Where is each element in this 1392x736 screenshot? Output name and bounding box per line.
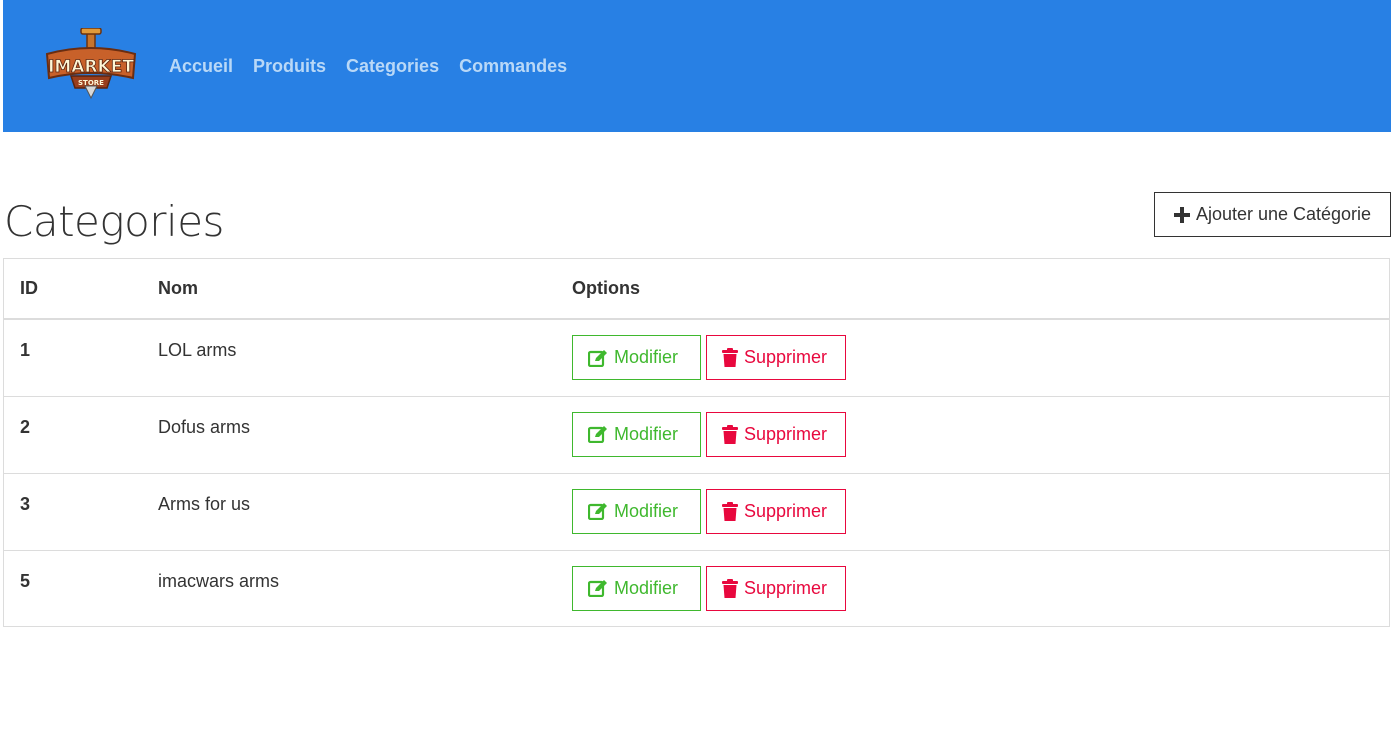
supprimer-label: Supprimer [744, 500, 828, 521]
trash-icon [722, 424, 738, 444]
main-nav: Accueil Produits Categories Commandes [169, 54, 567, 78]
trash-icon [722, 348, 738, 367]
nav-link-produits[interactable]: Produits [253, 54, 326, 78]
table-row: 5 imacwars arms Modifier Supprimer [4, 550, 1389, 627]
category-options: Modifier Supprimer [556, 396, 1389, 474]
svg-text:STORE: STORE [78, 79, 104, 87]
nav-link-categories[interactable]: Categories [346, 54, 439, 78]
category-options: Modifier Supprimer [556, 473, 1389, 551]
category-name: imacwars arms [158, 570, 280, 591]
supprimer-label: Supprimer [744, 423, 828, 444]
edit-icon [588, 425, 608, 443]
table-row: 2 Dofus arms Modifier Supprimer [4, 396, 1389, 474]
modifier-button[interactable]: Modifier [572, 488, 701, 534]
trash-icon [722, 501, 738, 521]
nav-link-accueil[interactable]: Accueil [169, 54, 233, 78]
category-name: Arms for us [142, 473, 556, 551]
column-header-options: Options [556, 259, 1389, 320]
category-id: 5 [20, 570, 31, 591]
store-logo[interactable]: IMARKET STORE [41, 27, 141, 104]
table-row: 1 LOL arms Modifier Supprimer [4, 319, 1389, 397]
page-title: Categories [4, 197, 224, 246]
column-header-name: Nom [142, 259, 556, 320]
navbar: IMARKET STORE Accueil Produits Categorie… [3, 0, 1391, 132]
add-category-label: Ajouter une Catégorie [1195, 204, 1372, 224]
supprimer-label: Supprimer [744, 347, 828, 367]
modifier-button[interactable]: Modifier [572, 411, 701, 457]
nav-link-commandes[interactable]: Commandes [459, 54, 567, 78]
svg-text:IMARKET: IMARKET [48, 57, 134, 77]
plus-icon [1173, 206, 1190, 223]
category-id: 3 [4, 473, 142, 551]
supprimer-button[interactable]: Supprimer [706, 411, 846, 457]
modifier-label: Modifier [614, 577, 679, 598]
modifier-label: Modifier [614, 423, 679, 444]
edit-icon [588, 502, 608, 520]
table-row: 3 Arms for us Modifier Supprimer [4, 473, 1389, 551]
trash-icon [722, 578, 738, 598]
modifier-label: Modifier [614, 500, 679, 521]
modifier-label: Modifier [614, 347, 679, 367]
add-category-button[interactable]: Ajouter une Catégorie [1154, 192, 1391, 237]
category-name: Dofus arms [142, 396, 556, 474]
edit-icon [588, 579, 608, 597]
modifier-button[interactable]: Modifier [572, 335, 701, 380]
supprimer-button[interactable]: Supprimer [706, 488, 846, 534]
category-options: Modifier Supprimer [556, 319, 1389, 397]
supprimer-button[interactable]: Supprimer [706, 565, 846, 611]
category-id: 1 [4, 319, 142, 397]
modifier-button[interactable]: Modifier [572, 565, 701, 611]
category-options: Modifier Supprimer [556, 550, 1389, 627]
edit-icon [588, 349, 608, 367]
category-name: LOL arms [142, 319, 556, 397]
categories-table: ID Nom Options 1 LOL arms Modifier Suppr… [3, 258, 1390, 627]
column-header-id: ID [4, 259, 142, 320]
category-id: 2 [4, 396, 142, 474]
table-header-row: ID Nom Options [4, 259, 1389, 320]
supprimer-button[interactable]: Supprimer [706, 335, 846, 380]
supprimer-label: Supprimer [744, 577, 828, 598]
